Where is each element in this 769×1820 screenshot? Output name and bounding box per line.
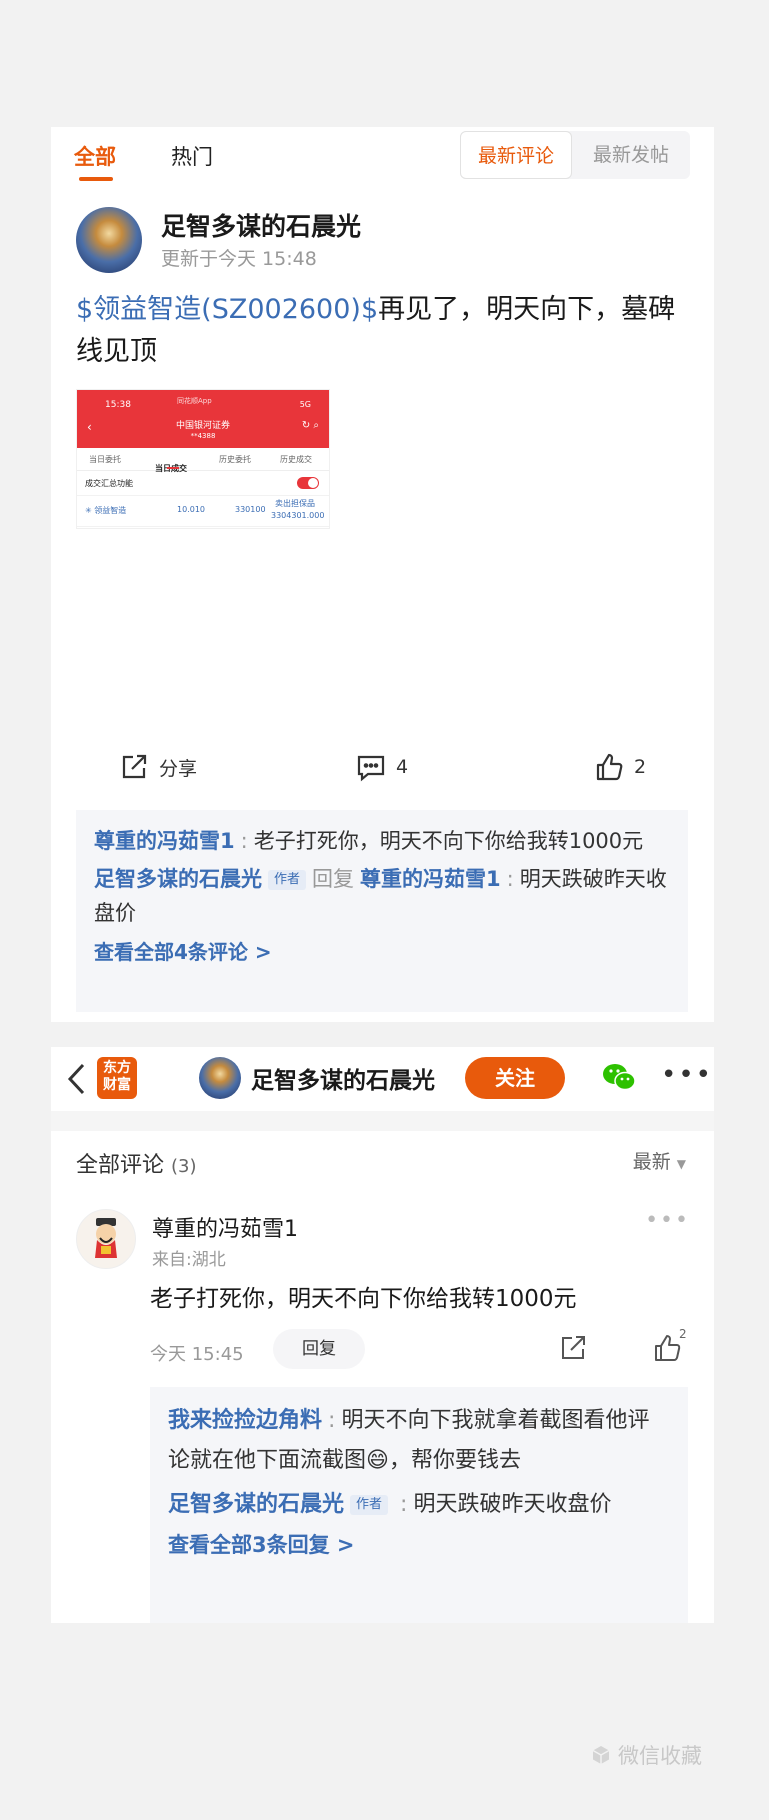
reply-to-user[interactable]: 尊重的冯茹雪1 [360,867,501,891]
follow-button[interactable]: 关注 [465,1057,565,1099]
author-avatar[interactable] [199,1057,241,1099]
post-body: $领益智造(SZ002600)$再见了，明天向下，墓碑线见顶 [76,289,688,373]
screenshot-header: 15:38 同花顺App 5G ‹ 中国银河证券 **4388 ↻ ⌕ [77,390,329,448]
top-nav: 东方 财富 足智多谋的石晨光 关注 ••• [51,1047,714,1112]
comment-preview-item: 足智多谋的石晨光 作者 回复 尊重的冯茹雪1: 明天跌破昨天收盘价 [94,862,670,930]
like-button[interactable]: 2 [594,747,646,787]
author-name[interactable]: 足智多谋的石晨光 [251,1061,435,1095]
screenshot-stock-name: ✳ 领益智造 [85,506,127,515]
screenshot-time: 15:38 [105,400,131,410]
screenshot-tab-underline [167,467,179,469]
tab-hot[interactable]: 热门 [171,141,213,171]
screenshot-price: 10.010 [177,505,205,514]
comment-text: 老子打死你，明天不向下你给我转1000元 [150,1286,577,1312]
updated-time: 更新于今天 15:48 [161,248,317,270]
post-screenshot[interactable]: 15:38 同花顺App 5G ‹ 中国银河证券 **4388 ↻ ⌕ 当日委托… [76,389,330,529]
share-button[interactable]: 分享 [119,747,197,787]
reply-user[interactable]: 足智多谋的石晨光 [168,1492,344,1517]
comment-count: 4 [396,756,409,778]
screenshot-refresh-search-icon: ↻ ⌕ [301,420,319,431]
screenshot-tab: 历史成交 [280,455,312,464]
caret-down-icon: ▼ [676,1157,686,1171]
stock-tag[interactable]: $领益智造(SZ002600)$ [76,294,378,325]
app-logo: 东方 财富 [97,1057,137,1099]
screenshot-signal: 5G [299,400,311,409]
post-card: 全部 热门 最新评论 最新发帖 足智多谋的石晨光 更新于今天 15:48 $领益… [51,127,714,1022]
reply-item: 足智多谋的石晨光 作者: 明天跌破昨天收盘价 [168,1485,670,1525]
comment-user[interactable]: 尊重的冯茹雪1 [94,829,235,853]
comment-count: (3) [171,1156,197,1177]
colon: : [506,867,514,891]
comment-text: 老子打死你，明天不向下你给我转1000元 [253,829,644,853]
share-label: 分享 [159,757,198,780]
screenshot-account: **4388 [190,432,216,440]
author-name[interactable]: 足智多谋的石晨光 [161,207,361,243]
screenshot-summary-label: 成交汇总功能 [85,479,133,488]
comment-preview-item: 尊重的冯茹雪1: 老子打死你，明天不向下你给我转1000元 [94,824,670,858]
sort-latest-post[interactable]: 最新发帖 [572,131,690,179]
view-all-comments-link[interactable]: 查看全部4条评论 > [94,936,670,965]
author-avatar[interactable] [76,207,142,273]
post-actions: 分享 4 2 [51,747,714,787]
comment-button[interactable]: 4 [356,747,408,787]
like-count: 2 [679,1327,687,1341]
fortune-god-icon [95,1218,117,1258]
reply-item: 我来捡捡边角料: 明天不向下我就拿着截图看他评论就在他下面流截图😄，帮你要钱去 [168,1401,670,1481]
reply-text-tail: ，帮你要钱去 [388,1448,521,1473]
cube-icon [592,1746,610,1764]
screenshot-app-name: 同花顺App [177,397,212,405]
comment-user[interactable]: 足智多谋的石晨光 [94,867,262,891]
wechat-icon[interactable] [601,1061,637,1093]
view-all-replies-link[interactable]: 查看全部3条回复 > [168,1529,670,1559]
commenter-avatar[interactable] [76,1209,136,1269]
screenshot-amount: 3304301.000 [271,511,325,520]
commenter-name[interactable]: 尊重的冯茹雪1 [152,1211,298,1243]
reply-button[interactable]: 回复 [273,1329,365,1369]
back-icon[interactable] [65,1061,87,1097]
author-badge: 作者 [350,1495,389,1515]
comment-icon [357,755,385,782]
reply-text: 明天跌破昨天收盘价 [413,1492,612,1517]
feed-tabs: 全部 热门 最新评论 最新发帖 [51,127,714,191]
screenshot-qty: 330100 [235,505,266,514]
more-icon[interactable]: ••• [661,1062,713,1088]
tab-underline [79,177,113,181]
colon: : [400,1492,408,1517]
screenshot-type: 卖出担保品 [275,499,315,508]
all-comments-header: 全部评论 (3) [76,1153,197,1178]
screenshot-trade-row: ✳ 领益智造 10.010 330100 卖出担保品 3304301.000 [77,496,329,527]
grin-emoji: 😄 [366,1448,389,1473]
reply-preview: 我来捡捡边角料: 明天不向下我就拿着截图看他评论就在他下面流截图😄，帮你要钱去 足… [150,1387,688,1623]
commenter-location: 来自:湖北 [152,1250,226,1270]
comment-time: 今天 15:45 [150,1344,244,1365]
share-icon [122,754,147,779]
reply-word: 回复 [312,867,355,891]
sort-latest-comment[interactable]: 最新评论 [460,131,572,179]
comment-detail-card: 东方 财富 足智多谋的石晨光 关注 ••• 全部评论 (3) 最新 ▼ 尊重的冯茹… [51,1047,714,1623]
sort-switch: 最新评论 最新发帖 [460,131,690,179]
comment-preview: 尊重的冯茹雪1: 老子打死你，明天不向下你给我转1000元 足智多谋的石晨光 作者回… [76,810,688,1012]
author-badge: 作者 [268,870,307,890]
screenshot-tab: 历史委托 [219,455,251,464]
watermark: 微信收藏 [590,1740,702,1770]
like-count: 2 [634,756,647,778]
tab-all[interactable]: 全部 [74,141,116,171]
screenshot-toggle [297,477,319,489]
thumbs-up-icon [596,753,623,781]
share-icon[interactable] [558,1333,588,1363]
thumbs-up-icon[interactable] [652,1333,682,1363]
screenshot-tabs: 当日委托 当日成交 历史委托 历史成交 [77,448,329,473]
colon: : [240,829,248,853]
comment-more-icon[interactable]: ••• [645,1210,690,1232]
screenshot-broker: 中国银河证券 [175,421,230,431]
reply-user[interactable]: 我来捡捡边角料 [168,1408,322,1433]
screenshot-summary-row: 成交汇总功能 [77,471,329,496]
colon: : [328,1408,336,1433]
screenshot-tab: 当日委托 [89,455,121,464]
sort-dropdown[interactable]: 最新 ▼ [633,1147,686,1174]
divider [51,1111,714,1131]
